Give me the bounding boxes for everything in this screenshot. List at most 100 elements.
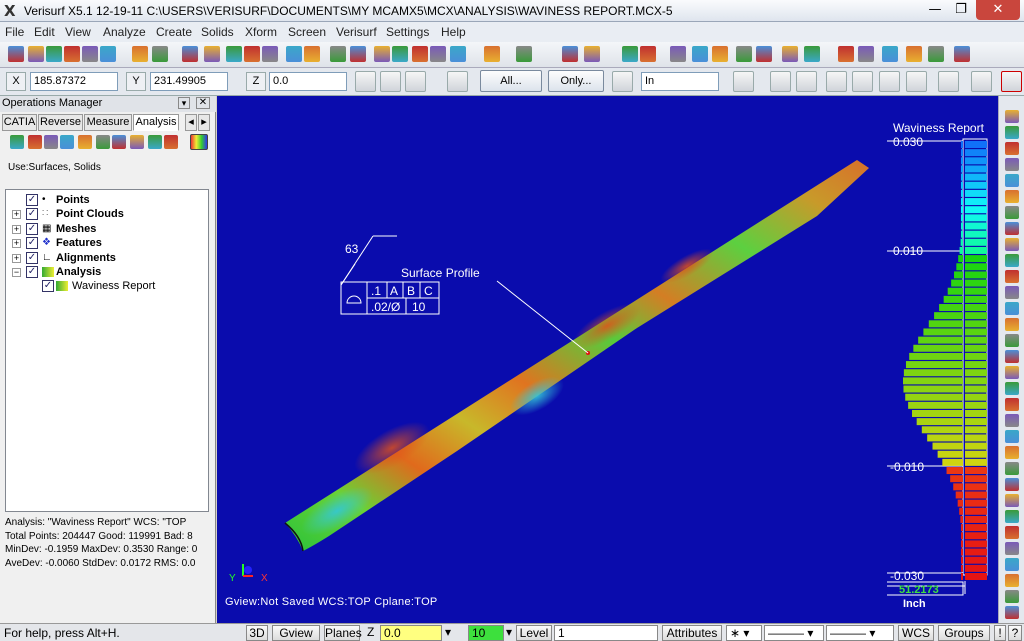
right-toolbar-icon[interactable] — [1005, 398, 1019, 411]
expand-icon[interactable]: + — [12, 239, 21, 248]
menu-verisurf[interactable]: Verisurf — [336, 25, 377, 39]
pointer-button[interactable] — [770, 71, 791, 92]
toolbar-icon[interactable] — [670, 46, 686, 62]
right-toolbar-icon[interactable] — [1005, 590, 1019, 603]
right-toolbar-icon[interactable] — [1005, 174, 1019, 187]
graphics-viewport[interactable]: 63 Surface Profile .1 A B C .02/Ø 10 Y X… — [217, 96, 998, 623]
toolbar-icon[interactable] — [350, 46, 366, 62]
toolbar-icon[interactable] — [756, 46, 772, 62]
right-toolbar-icon[interactable] — [1005, 414, 1019, 427]
toolbar-icon[interactable] — [204, 46, 220, 62]
right-toolbar-icon[interactable] — [1005, 286, 1019, 299]
toolbar-icon[interactable] — [882, 46, 898, 62]
toolbar-icon[interactable] — [622, 46, 638, 62]
toolbar-icon[interactable] — [516, 46, 532, 62]
toolbar-icon[interactable] — [244, 46, 260, 62]
3d-button[interactable]: 3D — [246, 625, 268, 641]
toolbar-icon[interactable] — [584, 46, 600, 62]
z-depth-field[interactable]: 0.0 — [380, 625, 442, 641]
toolbar-icon[interactable] — [132, 46, 148, 62]
right-toolbar-icon[interactable] — [1005, 206, 1019, 219]
right-toolbar-icon[interactable] — [1005, 446, 1019, 459]
stop-button[interactable] — [1001, 71, 1022, 92]
toolbar-icon[interactable] — [712, 46, 728, 62]
toolbar-icon[interactable] — [304, 46, 320, 62]
toolbar-icon[interactable] — [412, 46, 428, 62]
expand-icon[interactable]: + — [12, 225, 21, 234]
shape-button-1[interactable] — [796, 71, 817, 92]
ops-tool-icon[interactable] — [78, 135, 92, 149]
ops-pin-icon[interactable]: ▾ — [178, 97, 190, 109]
right-toolbar-icon[interactable] — [1005, 350, 1019, 363]
toolbar-icon[interactable] — [330, 46, 346, 62]
toolbar-icon[interactable] — [430, 46, 446, 62]
color-dropdown-icon[interactable]: ▾ — [503, 625, 517, 641]
ops-tool-icon[interactable] — [164, 135, 178, 149]
tab-measure[interactable]: Measure — [84, 114, 132, 131]
attributes-button[interactable]: Attributes — [662, 625, 722, 641]
layer-button[interactable] — [405, 71, 426, 92]
groups-button[interactable]: Groups — [938, 625, 990, 641]
toolbar-icon[interactable] — [8, 46, 24, 62]
checkbox[interactable]: ✓ — [26, 223, 38, 235]
toolbar-icon[interactable] — [928, 46, 944, 62]
right-toolbar-icon[interactable] — [1005, 110, 1019, 123]
toolbar-icon[interactable] — [782, 46, 798, 62]
maximize-button[interactable]: ❐ — [946, 0, 976, 20]
shape-button-2[interactable] — [826, 71, 847, 92]
y-coordinate-field[interactable]: 231.49905 — [150, 72, 228, 91]
wcs-button[interactable]: WCS — [898, 625, 934, 641]
right-toolbar-icon[interactable] — [1005, 382, 1019, 395]
toolbar-icon[interactable] — [392, 46, 408, 62]
right-toolbar-icon[interactable] — [1005, 126, 1019, 139]
ops-tool-icon[interactable] — [44, 135, 58, 149]
line-width-dropdown[interactable]: ——— ▾ — [826, 625, 894, 641]
toolbar-icon[interactable] — [182, 46, 198, 62]
shape-button-3[interactable] — [852, 71, 873, 92]
checkbox[interactable]: ✓ — [26, 208, 38, 220]
ops-tool-icon[interactable] — [60, 135, 74, 149]
ops-tool-icon[interactable] — [130, 135, 144, 149]
menu-edit[interactable]: Edit — [34, 25, 55, 39]
toolbar-icon[interactable] — [450, 46, 466, 62]
x-coordinate-field[interactable]: 185.87372 — [30, 72, 118, 91]
toolbar-icon[interactable] — [100, 46, 116, 62]
menu-analyze[interactable]: Analyze — [103, 25, 146, 39]
alert-button[interactable]: ! — [994, 625, 1006, 641]
right-toolbar-icon[interactable] — [1005, 510, 1019, 523]
ops-tool-icon[interactable] — [28, 135, 42, 149]
expand-icon[interactable]: + — [12, 210, 21, 219]
right-toolbar-icon[interactable] — [1005, 222, 1019, 235]
toolbar-icon[interactable] — [46, 46, 62, 62]
toolbar-icon[interactable] — [954, 46, 970, 62]
level-field[interactable]: 1 — [554, 625, 658, 641]
menu-help[interactable]: Help — [441, 25, 466, 39]
menu-screen[interactable]: Screen — [288, 25, 326, 39]
toolbar-icon[interactable] — [736, 46, 752, 62]
z-dropdown-icon[interactable]: ▾ — [442, 625, 462, 641]
ops-tool-icon[interactable] — [112, 135, 126, 149]
undo-select-button[interactable] — [938, 71, 959, 92]
level-button[interactable]: Level — [516, 625, 552, 641]
all-button[interactable]: All... — [480, 70, 542, 92]
color-spectrum-icon[interactable] — [190, 134, 208, 150]
shape-button-4[interactable] — [879, 71, 900, 92]
blade-model[interactable]: 63 Surface Profile .1 A B C .02/Ø 10 Y X — [217, 96, 998, 623]
toolbar-icon[interactable] — [858, 46, 874, 62]
line-style-dropdown[interactable]: ——— ▾ — [764, 625, 824, 641]
color-level-field[interactable]: 10 — [468, 625, 504, 641]
checkbox[interactable]: ✓ — [26, 194, 38, 206]
select-cursor-button[interactable] — [612, 71, 633, 92]
tab-reverse[interactable]: Reverse — [38, 114, 83, 131]
ops-close-icon[interactable]: ✕ — [196, 97, 210, 109]
right-toolbar-icon[interactable] — [1005, 238, 1019, 251]
alert-button[interactable] — [380, 71, 401, 92]
shape-button-5[interactable] — [906, 71, 927, 92]
toolbar-icon[interactable] — [906, 46, 922, 62]
expand-icon[interactable]: + — [12, 254, 21, 263]
right-toolbar-icon[interactable] — [1005, 494, 1019, 507]
menu-create[interactable]: Create — [156, 25, 192, 39]
pick-button[interactable] — [971, 71, 992, 92]
z-coordinate-field[interactable]: 0.0 — [269, 72, 347, 91]
toolbar-icon[interactable] — [640, 46, 656, 62]
